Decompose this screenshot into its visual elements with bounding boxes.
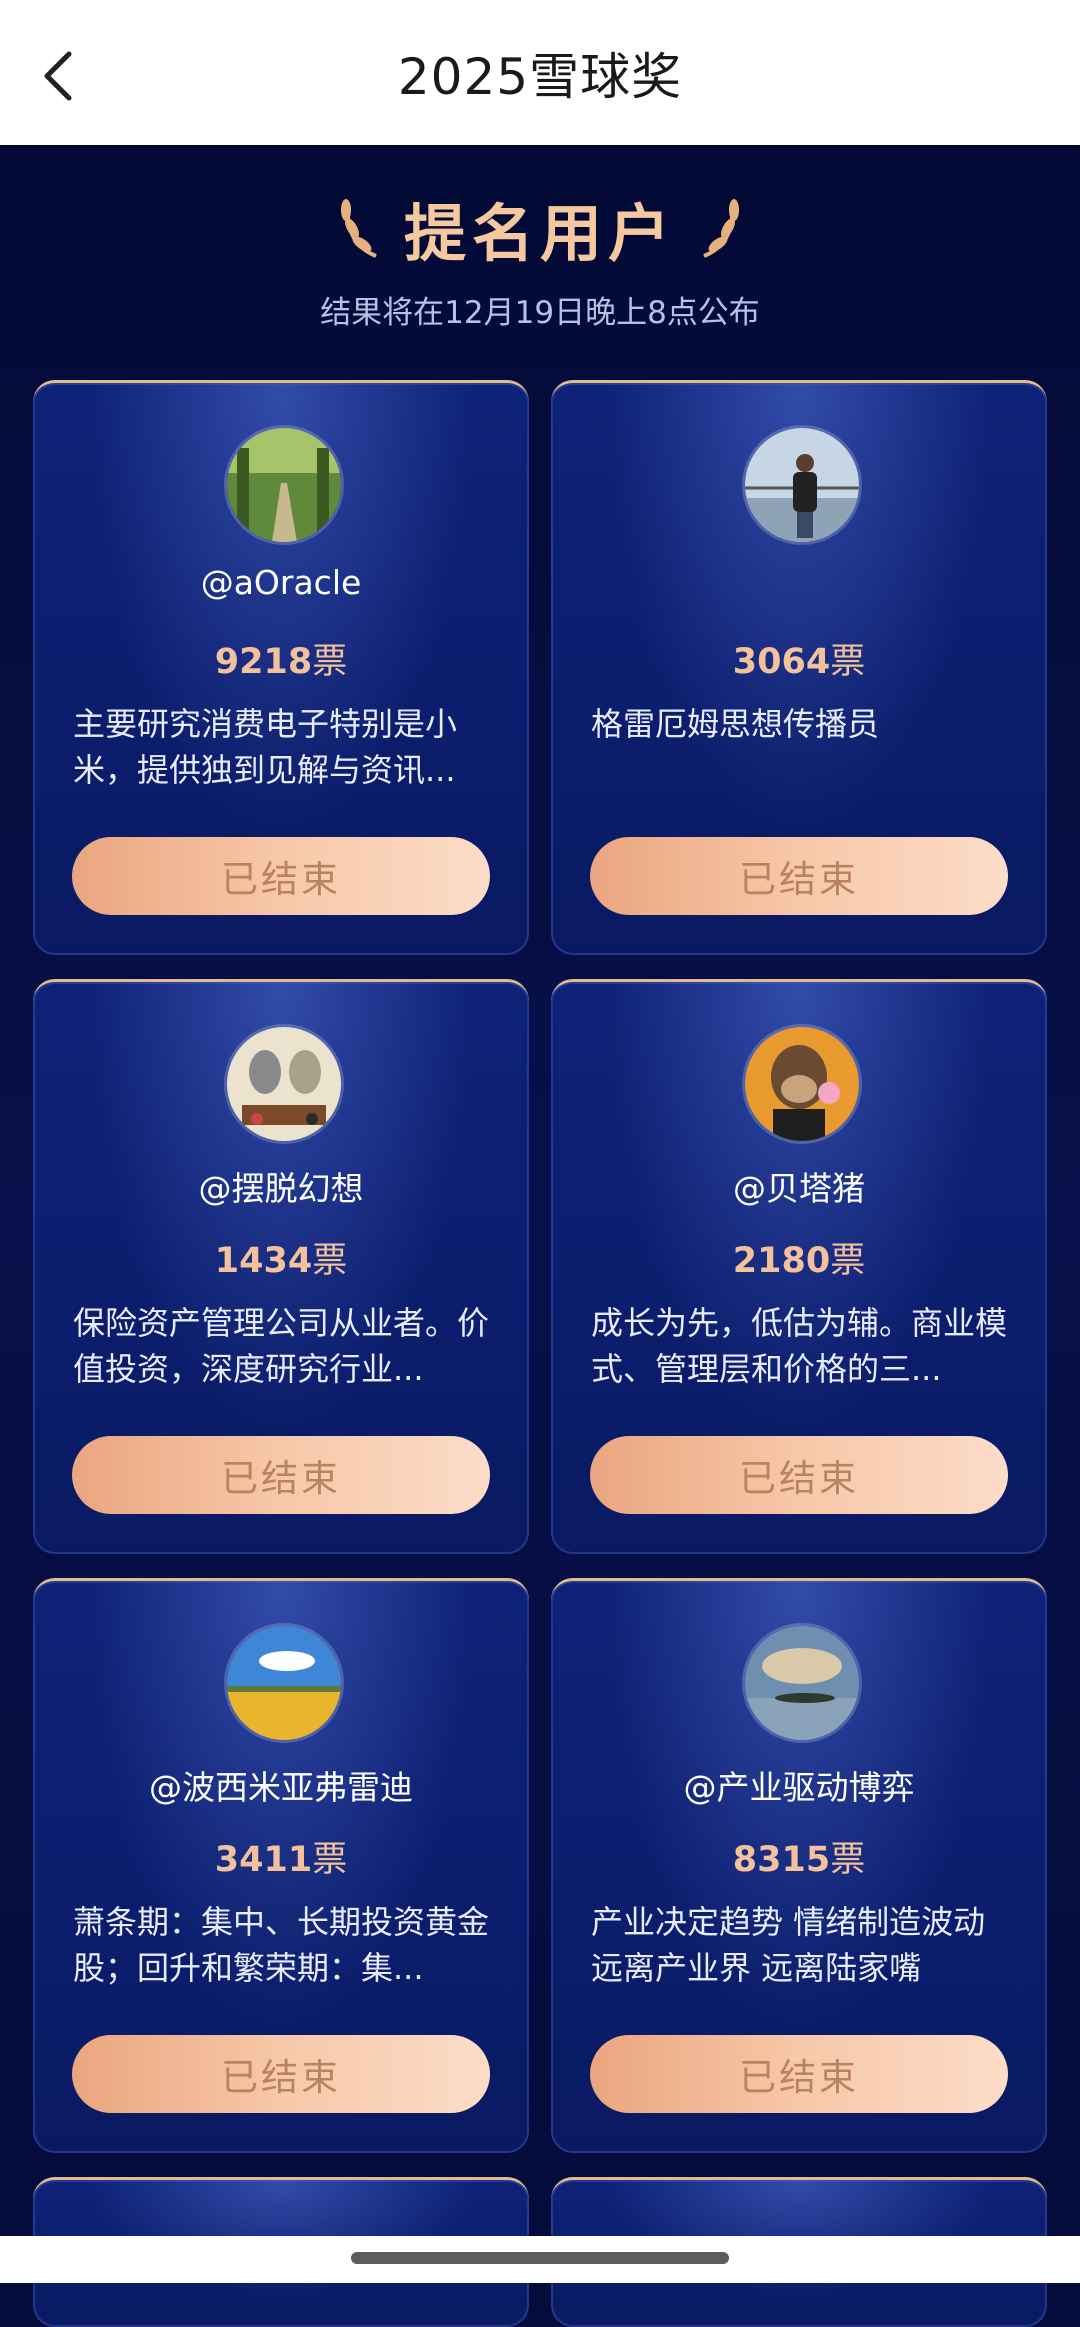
nominee-card[interactable]: @波西米亚弗雷迪 3411票 萧条期：集中、长期投资黄金股；回升和繁荣期：集..… [33, 1578, 529, 2153]
username[interactable]: @波西米亚弗雷迪 [33, 1761, 529, 1809]
username[interactable]: @产业驱动博弈 [551, 1761, 1047, 1809]
laurel-left-icon [340, 199, 377, 258]
ended-button[interactable]: 已结束 [590, 2035, 1008, 2113]
nominee-card[interactable]: @贝塔猪 2180票 成长为先，低估为辅。商业模式、管理层和价格的三... 已结… [551, 979, 1047, 1554]
ended-button[interactable]: 已结束 [590, 1436, 1008, 1514]
avatar[interactable] [224, 425, 344, 545]
ended-button[interactable]: 已结束 [72, 837, 490, 915]
avatar[interactable] [224, 1623, 344, 1743]
vote-count: 2180票 [732, 1241, 866, 1281]
avatar[interactable] [224, 1024, 344, 1144]
back-button[interactable] [28, 40, 88, 112]
user-description: 主要研究消费电子特别是小米，提供独到见解与资讯... [73, 705, 458, 789]
username[interactable]: @aOracle [33, 563, 529, 602]
nominee-card[interactable]: @摆脱幻想 1434票 保险资产管理公司从业者。价值投资，深度研究行业... 已… [33, 979, 529, 1554]
laurel-right-icon [703, 199, 739, 258]
chevron-left-icon [44, 51, 72, 101]
user-description: 保险资产管理公司从业者。价值投资，深度研究行业... [73, 1304, 490, 1388]
username[interactable]: @贝塔猪 [551, 1162, 1047, 1210]
section-heading: 提名用户 [0, 173, 1080, 283]
user-description: 成长为先，低估为辅。商业模式、管理层和价格的三... [591, 1304, 1008, 1388]
nominee-card[interactable]: @产业驱动博弈 8315票 产业决定趋势 情绪制造波动 远离产业界 远离陆家嘴 … [551, 1578, 1047, 2153]
section-title: 提名用户 [403, 197, 676, 270]
username[interactable]: @摆脱幻想 [33, 1162, 529, 1210]
page-title: 2025雪球奖 [397, 47, 683, 106]
nominee-section: 提名用户 结果将在12月19日晚上8点公布 @aOracle 9218票 主要研… [0, 145, 1080, 2327]
vote-count: 1434票 [214, 1241, 348, 1281]
result-announcement: 结果将在12月19日晚上8点公布 [320, 295, 760, 331]
vote-count: 3064票 [732, 642, 866, 682]
ended-button[interactable]: 已结束 [72, 2035, 490, 2113]
avatar[interactable] [742, 1623, 862, 1743]
avatar[interactable] [742, 425, 862, 545]
ended-button[interactable]: 已结束 [590, 837, 1008, 915]
avatar[interactable] [742, 1024, 862, 1144]
vote-count: 9218票 [214, 642, 348, 682]
vote-count: 8315票 [732, 1840, 866, 1880]
nominee-card[interactable]: 3064票 格雷厄姆思想传播员 已结束 [551, 380, 1047, 955]
user-description: 产业决定趋势 情绪制造波动 远离产业界 远离陆家嘴 [591, 1903, 986, 1987]
top-bar: 2025雪球奖 [0, 0, 1080, 145]
vote-count: 3411票 [214, 1840, 348, 1880]
ended-button[interactable]: 已结束 [72, 1436, 490, 1514]
nominee-card[interactable]: @aOracle 9218票 主要研究消费电子特别是小米，提供独到见解与资讯..… [33, 380, 529, 955]
home-indicator[interactable] [351, 2252, 729, 2264]
user-description: 萧条期：集中、长期投资黄金股；回升和繁荣期：集... [73, 1903, 490, 1987]
user-description: 格雷厄姆思想传播员 [591, 705, 880, 743]
